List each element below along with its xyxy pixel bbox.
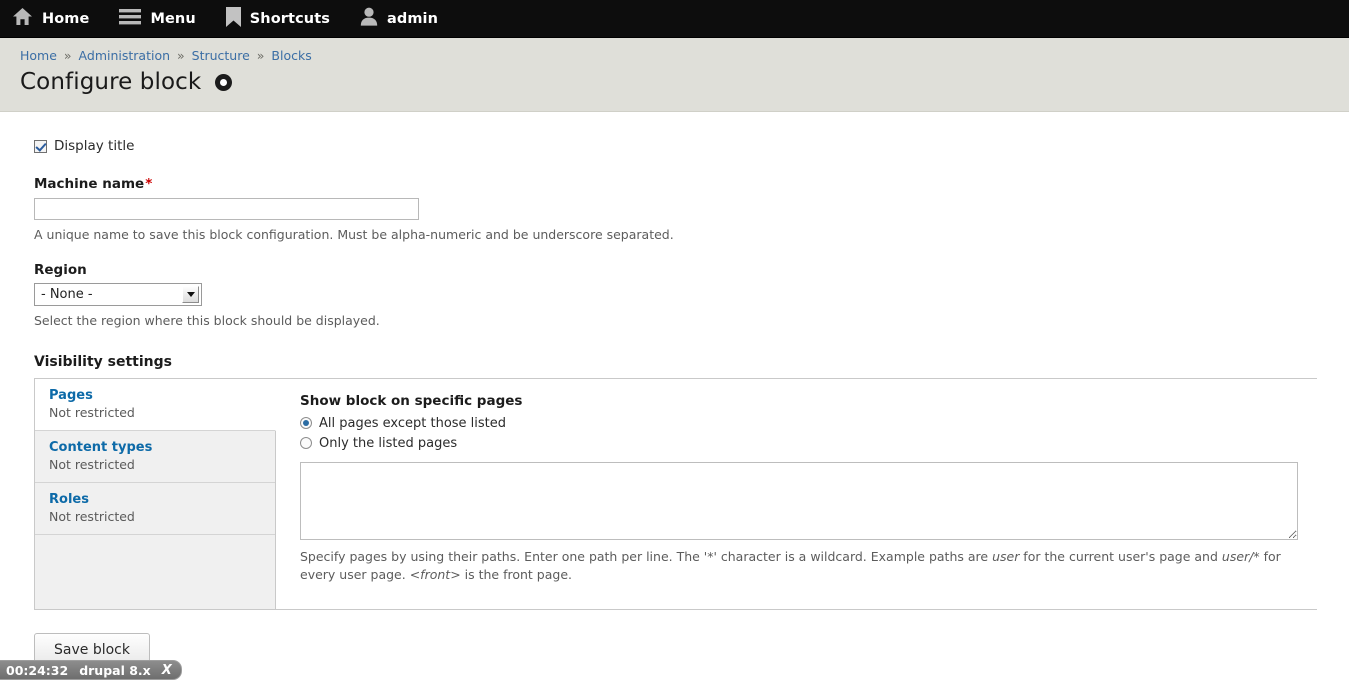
region-select-value: - None - [41,286,93,302]
pane-title: Show block on specific pages [300,392,523,409]
pages-description-example-user: user [992,548,1020,564]
hamburger-icon [119,8,142,29]
page-title: Configure block [20,69,202,95]
pages-description-part4: is the front page. [460,566,572,582]
contextual-links-dot [220,78,228,86]
chevron-down-icon[interactable] [182,285,199,303]
vertical-tab-pages-summary: Not restricted [49,404,135,420]
toolbar-item-shortcuts[interactable]: Shortcuts [225,0,344,38]
title-row: Configure block [20,69,1349,95]
close-icon[interactable]: X [162,663,172,678]
breadcrumb-separator: » [256,48,265,63]
machine-name-label-text: Machine name [34,176,145,192]
user-icon [360,7,378,30]
machine-name-label: Machine name* [34,176,1349,192]
display-title-label[interactable]: Display title [54,138,134,154]
vertical-tab-pages[interactable]: Pages Not restricted [35,378,276,431]
visibility-settings-heading: Visibility settings [34,353,172,370]
status-label: drupal 8.x [79,662,151,678]
toolbar-item-home-label: Home [42,10,90,27]
toolbar-item-admin[interactable]: admin [360,0,452,38]
pages-description-example-front: <front> [409,566,461,582]
contextual-links-icon[interactable] [215,73,233,91]
vertical-tab-roles[interactable]: Roles Not restricted [35,482,275,535]
vertical-tab-pages-title: Pages [49,387,93,403]
toolbar-item-shortcuts-label: Shortcuts [249,10,330,27]
radio-only-listed-pages[interactable] [300,437,312,449]
radio-row-all-pages: All pages except those listed [300,416,1298,431]
pages-description-example-user-wildcard: user/* [1221,548,1260,564]
vertical-tab-content-types-title: Content types [49,439,153,455]
region-select[interactable]: - None - [34,282,202,306]
toolbar-item-home[interactable]: Home [12,0,103,38]
machine-name-group: Machine name* A unique name to save this… [34,176,1349,242]
machine-name-input[interactable] [34,197,419,220]
visibility-vertical-tabs: Pages Not restricted Content types Not r… [34,377,1320,610]
home-icon [12,7,33,30]
pages-textarea[interactable] [300,461,1298,540]
breadcrumb-item-blocks[interactable]: Blocks [271,48,311,63]
status-overlay: 00:24:32 drupal 8.x X [0,660,182,680]
breadcrumb-item-structure[interactable]: Structure [192,48,250,63]
chevron-down-arrow [186,291,195,297]
breadcrumb-separator: » [177,48,185,63]
status-timer: 00:24:32 [6,662,69,678]
bookmark-icon [225,6,241,31]
toolbar-item-menu-label: Menu [150,10,196,27]
pages-description-part2: for the current user's page and [1019,548,1222,564]
display-title-row: Display title [34,138,1349,154]
region-group: Region - None - Select the region where … [34,262,1349,328]
required-marker: * [145,176,153,192]
pages-description: Specify pages by using their paths. Ente… [300,548,1290,584]
admin-toolbar: Home Menu Shortcuts admin [0,0,1349,38]
breadcrumb-separator: » [63,48,72,63]
vertical-tab-roles-title: Roles [49,491,89,507]
pages-description-part1: Specify pages by using their paths. Ente… [300,548,993,564]
toolbar-item-menu[interactable]: Menu [119,0,209,38]
block-configure-form: Display title Machine name* A unique nam… [0,112,1349,610]
vertical-tab-content-types[interactable]: Content types Not restricted [35,430,275,483]
vertical-tabs-filler [35,534,275,609]
radio-all-pages-except[interactable] [300,417,312,429]
vertical-tabs-menu: Pages Not restricted Content types Not r… [35,378,276,609]
breadcrumb-item-administration[interactable]: Administration [79,48,170,63]
radio-only-listed-pages-label[interactable]: Only the listed pages [319,436,457,451]
toolbar-item-admin-label: admin [386,10,439,27]
page-header: Home » Administration » Structure » Bloc… [0,38,1349,112]
radio-all-pages-except-label[interactable]: All pages except those listed [319,416,506,431]
machine-name-description: A unique name to save this block configu… [34,226,674,242]
breadcrumb-item-home[interactable]: Home [20,48,57,63]
vertical-tab-content-types-summary: Not restricted [49,456,135,472]
region-label: Region [34,261,87,278]
display-title-checkbox[interactable] [34,139,47,153]
radio-row-only-listed: Only the listed pages [300,436,1298,451]
region-description: Select the region where this block shoul… [34,312,380,328]
vertical-tab-pane-pages: Show block on specific pages All pages e… [276,378,1320,609]
breadcrumb: Home » Administration » Structure » Bloc… [20,48,1349,63]
vertical-tab-roles-summary: Not restricted [49,508,135,524]
